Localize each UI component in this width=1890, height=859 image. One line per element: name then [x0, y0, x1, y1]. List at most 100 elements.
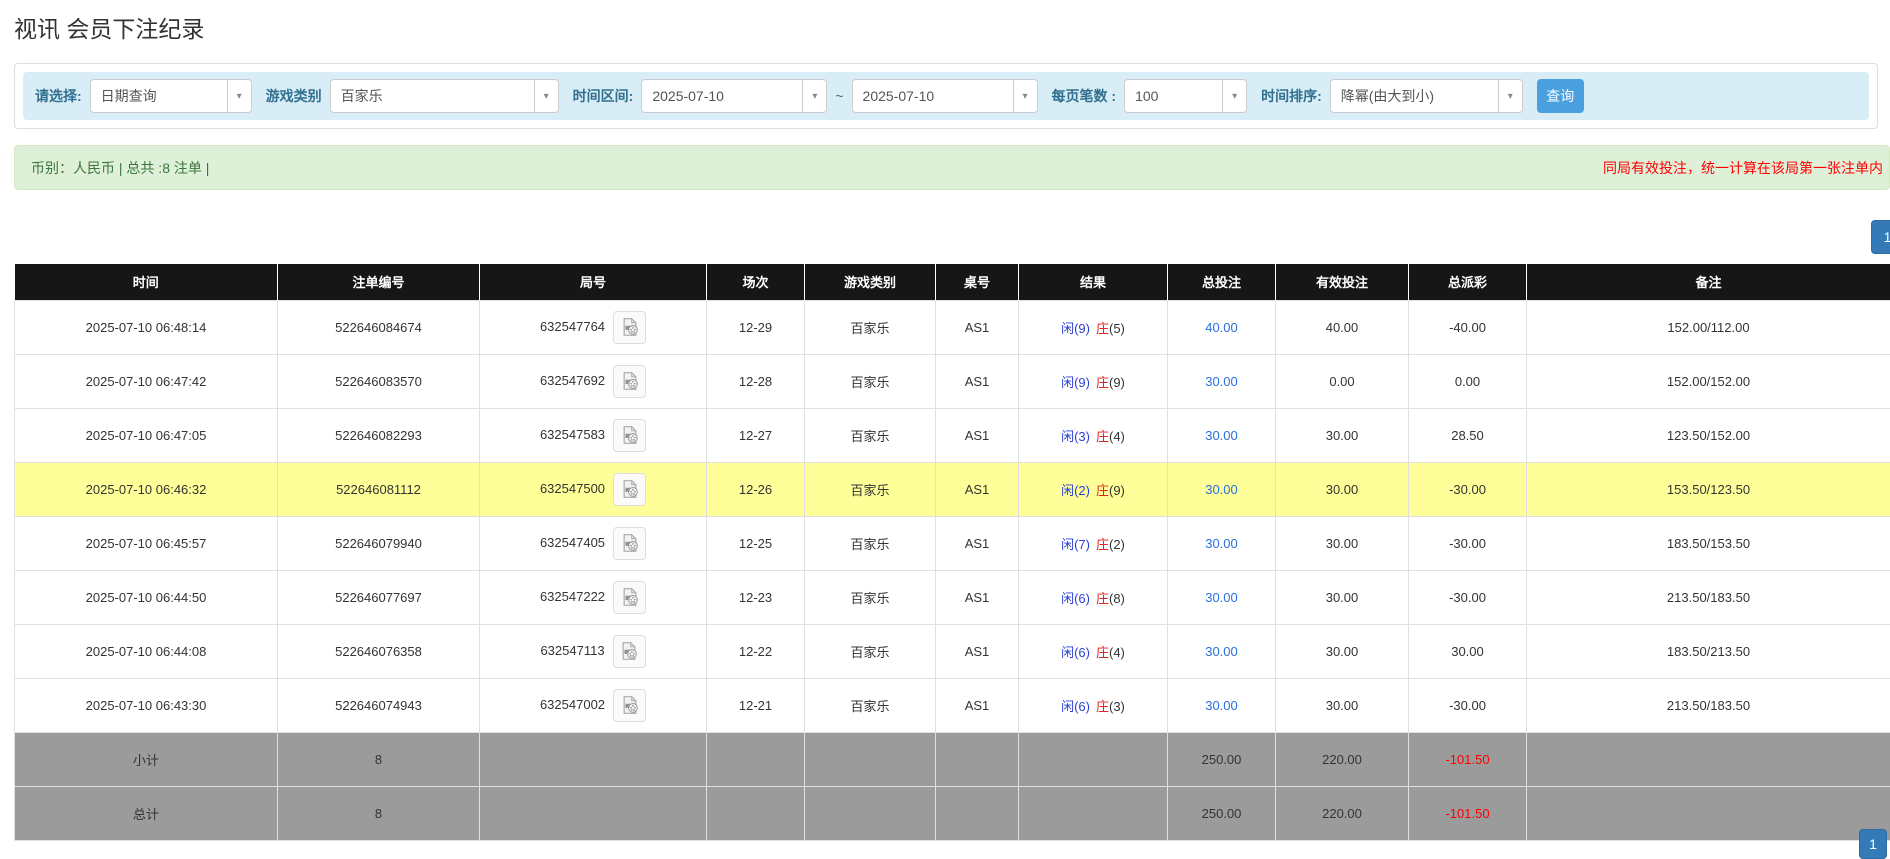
cell-payout: -30.00	[1409, 678, 1527, 732]
cell-payout: 30.00	[1409, 624, 1527, 678]
total-bet-link[interactable]: 30.00	[1205, 428, 1238, 443]
cell-round-id: 632547002	[480, 678, 707, 732]
video-record-button[interactable]	[613, 527, 646, 560]
game-category-group: 游戏类别 百家乐 ▾	[266, 79, 559, 113]
cell-note: 183.50/153.50	[1527, 516, 1890, 570]
filter-panel: 请选择: 日期查询 ▾ 游戏类别 百家乐 ▾ 时间区间: 2025-07-10 …	[14, 63, 1878, 129]
cell-note: 153.50/123.50	[1527, 462, 1890, 516]
game-category-label: 游戏类别	[266, 86, 322, 106]
column-header-3: 局号	[480, 264, 707, 300]
cell-round-id: 632547500	[480, 462, 707, 516]
total-bet-link[interactable]: 30.00	[1205, 536, 1238, 551]
total-bet-link[interactable]: 30.00	[1205, 590, 1238, 605]
time-range-group: 时间区间: 2025-07-10 ▾ ~ 2025-07-10 ▾	[573, 79, 1038, 113]
table-row[interactable]: 2025-07-10 06:44:50 522646077697 6325472…	[15, 570, 1890, 624]
film-document-icon	[620, 479, 640, 499]
time-sort-group: 时间排序: 降幂(由大到小) ▾	[1261, 79, 1523, 113]
column-header-9: 有效投注	[1276, 264, 1409, 300]
cell-session: 12-28	[707, 354, 805, 408]
total-bet-link[interactable]: 30.00	[1205, 482, 1238, 497]
round-id-text: 632547583	[540, 426, 605, 441]
table-row[interactable]: 2025-07-10 06:47:42 522646083570 6325476…	[15, 354, 1890, 408]
cell-bet-id: 522646083570	[278, 354, 480, 408]
column-header-7: 结果	[1019, 264, 1168, 300]
cell-round-id: 632547222	[480, 570, 707, 624]
result-banker-score: (9)	[1109, 483, 1125, 498]
video-record-button[interactable]	[613, 635, 646, 668]
total-bet-link[interactable]: 40.00	[1205, 320, 1238, 335]
column-header-4: 场次	[707, 264, 805, 300]
table-row[interactable]: 2025-07-10 06:48:14 522646084674 6325477…	[15, 300, 1890, 354]
cell-payout: -30.00	[1409, 516, 1527, 570]
table-row[interactable]: 2025-07-10 06:47:05 522646082293 6325475…	[15, 408, 1890, 462]
cell-result: 闲(6)庄(4)	[1019, 624, 1168, 678]
total-bet-link[interactable]: 30.00	[1205, 374, 1238, 389]
table-row[interactable]: 2025-07-10 06:44:08 522646076358 6325471…	[15, 624, 1890, 678]
select-type-dropdown[interactable]: 日期查询 ▾	[90, 79, 252, 113]
select-type-group: 请选择: 日期查询 ▾	[35, 79, 252, 113]
video-record-button[interactable]	[613, 311, 646, 344]
page-size-dropdown[interactable]: 100 ▾	[1124, 79, 1247, 113]
total-label: 总计	[15, 786, 278, 840]
cell-game-category: 百家乐	[805, 300, 936, 354]
cell-payout: 28.50	[1409, 408, 1527, 462]
total-bet-link[interactable]: 30.00	[1205, 644, 1238, 659]
result-player: 闲(2)	[1061, 483, 1090, 498]
video-record-button[interactable]	[613, 581, 646, 614]
video-record-button[interactable]	[613, 419, 646, 452]
video-record-button[interactable]	[613, 689, 646, 722]
cell-valid-bet: 30.00	[1276, 462, 1409, 516]
cell-table-no: AS1	[936, 516, 1019, 570]
cell-result: 闲(2)庄(9)	[1019, 462, 1168, 516]
chevron-down-icon: ▾	[534, 80, 558, 112]
column-header-6: 桌号	[936, 264, 1019, 300]
date-from-dropdown[interactable]: 2025-07-10 ▾	[641, 79, 827, 113]
table-row[interactable]: 2025-07-10 06:45:57 522646079940 6325474…	[15, 516, 1890, 570]
cell-total-bet: 30.00	[1168, 624, 1276, 678]
film-document-icon	[619, 641, 639, 661]
pagination-page-1-top[interactable]: 1	[1871, 220, 1890, 254]
cell-bet-id: 522646076358	[278, 624, 480, 678]
pagination-page-1-bottom[interactable]: 1	[1859, 829, 1887, 859]
game-category-dropdown[interactable]: 百家乐 ▾	[330, 79, 559, 113]
column-header-1: 时间	[15, 264, 278, 300]
summary-bar: 币别：人民币 | 总共 :8 注单 | 同局有效投注，统一计算在该局第一张注单内	[14, 145, 1890, 190]
cell-valid-bet: 0.00	[1276, 354, 1409, 408]
subtotal-empty-cell	[1527, 732, 1890, 786]
table-row[interactable]: 2025-07-10 06:46:32 522646081112 6325475…	[15, 462, 1890, 516]
video-record-button[interactable]	[613, 473, 646, 506]
date-range-separator: ~	[835, 88, 843, 104]
result-banker-score: (5)	[1109, 321, 1125, 336]
cell-session: 12-27	[707, 408, 805, 462]
table-row[interactable]: 2025-07-10 06:43:30 522646074943 6325470…	[15, 678, 1890, 732]
cell-time: 2025-07-10 06:44:50	[15, 570, 278, 624]
cell-result: 闲(7)庄(2)	[1019, 516, 1168, 570]
cell-result: 闲(6)庄(8)	[1019, 570, 1168, 624]
cell-table-no: AS1	[936, 624, 1019, 678]
cell-total-bet: 30.00	[1168, 678, 1276, 732]
page-size-group: 每页笔数 : 100 ▾	[1052, 79, 1248, 113]
total-total-bet: 250.00	[1168, 786, 1276, 840]
cell-time: 2025-07-10 06:43:30	[15, 678, 278, 732]
date-to-dropdown[interactable]: 2025-07-10 ▾	[852, 79, 1038, 113]
cell-total-bet: 30.00	[1168, 570, 1276, 624]
total-bet-link[interactable]: 30.00	[1205, 698, 1238, 713]
video-record-button[interactable]	[613, 365, 646, 398]
cell-time: 2025-07-10 06:47:42	[15, 354, 278, 408]
cell-time: 2025-07-10 06:47:05	[15, 408, 278, 462]
search-button[interactable]: 查询	[1537, 79, 1584, 113]
table-body: 2025-07-10 06:48:14 522646084674 6325477…	[15, 300, 1890, 732]
film-document-icon	[620, 533, 640, 553]
subtotal-empty-cell	[1019, 732, 1168, 786]
cell-note: 213.50/183.50	[1527, 570, 1890, 624]
time-sort-dropdown[interactable]: 降幂(由大到小) ▾	[1330, 79, 1523, 113]
chevron-down-icon: ▾	[1013, 80, 1037, 112]
result-player: 闲(6)	[1061, 645, 1090, 660]
chevron-down-icon: ▾	[802, 80, 826, 112]
cell-bet-id: 522646082293	[278, 408, 480, 462]
result-player: 闲(9)	[1061, 321, 1090, 336]
cell-result: 闲(6)庄(3)	[1019, 678, 1168, 732]
subtotal-total-bet: 250.00	[1168, 732, 1276, 786]
result-player: 闲(6)	[1061, 699, 1090, 714]
round-id-text: 632547113	[540, 642, 604, 657]
